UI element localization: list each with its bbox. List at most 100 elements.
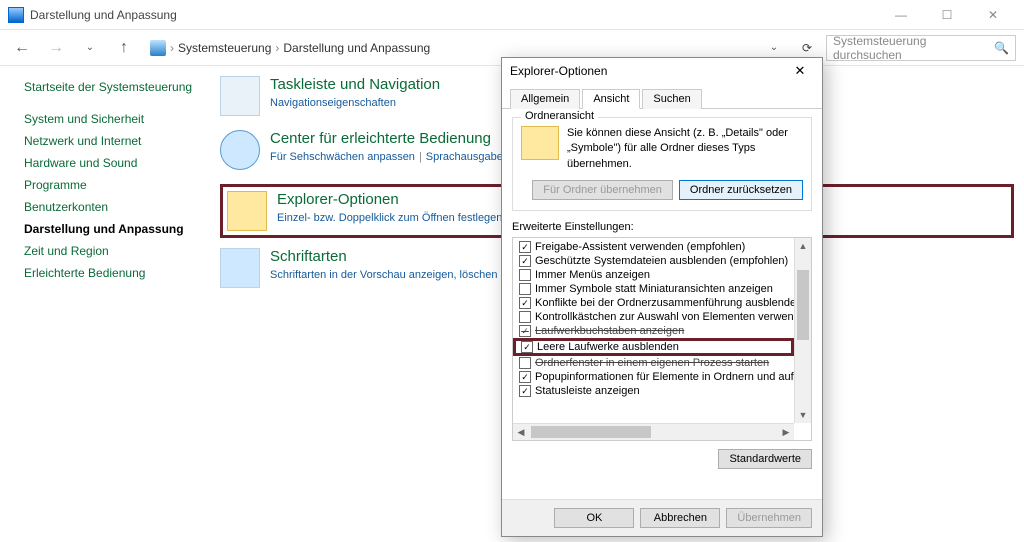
- advanced-setting-label: Geschützte Systemdateien ausblenden (emp…: [535, 255, 788, 267]
- scroll-up-icon[interactable]: ▲: [795, 238, 811, 254]
- search-placeholder: Systemsteuerung durchsuchen: [833, 34, 990, 62]
- advanced-setting-row[interactable]: Immer Symbole statt Miniaturansichten an…: [513, 282, 794, 296]
- explorer-options-dialog: Explorer-Optionen ✕ AllgemeinAnsichtSuch…: [501, 57, 823, 537]
- category-sublink[interactable]: Einzel- bzw. Doppelklick zum Öffnen fest…: [277, 212, 502, 224]
- checkbox[interactable]: [519, 311, 531, 323]
- advanced-setting-label: Popupinformationen für Elemente in Ordne…: [535, 371, 812, 383]
- ok-button[interactable]: OK: [554, 508, 634, 528]
- checkbox[interactable]: ✓: [521, 341, 533, 353]
- advanced-setting-label: Ordnerfenster in einem eigenen Prozess s…: [535, 357, 769, 369]
- category-title[interactable]: Taskleiste und Navigation: [270, 76, 440, 93]
- up-button[interactable]: ↑: [110, 34, 138, 62]
- sidebar-item[interactable]: System und Sicherheit: [24, 108, 200, 130]
- advanced-setting-label: Konflikte bei der Ordnerzusammenführung …: [535, 297, 802, 309]
- checkbox[interactable]: ✓: [519, 241, 531, 253]
- breadcrumb-root[interactable]: Systemsteuerung: [178, 41, 271, 55]
- folder-icon: [521, 126, 559, 160]
- checkbox[interactable]: [519, 357, 531, 369]
- dialog-body: Ordneransicht Sie können diese Ansicht (…: [502, 109, 822, 499]
- advanced-setting-row[interactable]: ✓ Laufwerkbuchstaben anzeigen: [513, 324, 794, 338]
- advanced-setting-label: Freigabe-Assistent verwenden (empfohlen): [535, 241, 745, 253]
- horizontal-scrollbar[interactable]: ◀ ▶: [513, 423, 794, 440]
- category-sublinks: Einzel- bzw. Doppelklick zum Öffnen fest…: [277, 210, 502, 227]
- advanced-setting-row[interactable]: ✓Popupinformationen für Elemente in Ordn…: [513, 370, 794, 384]
- scroll-down-icon[interactable]: ▼: [795, 407, 811, 423]
- dialog-title: Explorer-Optionen: [510, 64, 786, 78]
- dialog-close-button[interactable]: ✕: [786, 61, 814, 81]
- checkbox[interactable]: [519, 283, 531, 295]
- checkbox[interactable]: ✓: [519, 255, 531, 267]
- sidebar-item[interactable]: Erleichterte Bedienung: [24, 262, 200, 284]
- titlebar: Darstellung und Anpassung — ☐ ✕: [0, 0, 1024, 30]
- checkbox[interactable]: ✓: [519, 297, 531, 309]
- sidebar-item[interactable]: Darstellung und Anpassung: [24, 218, 200, 240]
- advanced-setting-row[interactable]: Immer Menüs anzeigen: [513, 268, 794, 282]
- advanced-setting-row[interactable]: ✓Leere Laufwerke ausblenden: [515, 340, 792, 354]
- advanced-setting-row[interactable]: ✓ Statusleiste anzeigen: [513, 384, 794, 398]
- cancel-button[interactable]: Abbrechen: [640, 508, 720, 528]
- sidebar-item[interactable]: Programme: [24, 174, 200, 196]
- category-sublink[interactable]: Für Sehschwächen anpassen: [270, 151, 415, 163]
- window-controls: — ☐ ✕: [878, 0, 1016, 30]
- sidebar-item[interactable]: Zeit und Region: [24, 240, 200, 262]
- sidebar-item[interactable]: Hardware und Sound: [24, 152, 200, 174]
- advanced-setting-label: Kontrollkästchen zur Auswahl von Element…: [535, 311, 812, 323]
- advanced-settings-list[interactable]: ✓ Freigabe-Assistent verwenden (empfohlen…: [512, 237, 812, 441]
- apply-button[interactable]: Übernehmen: [726, 508, 812, 528]
- scroll-left-icon[interactable]: ◀: [513, 424, 529, 440]
- taskbar-icon: [220, 76, 260, 116]
- tab-allgemein[interactable]: Allgemein: [510, 89, 580, 109]
- close-button[interactable]: ✕: [970, 0, 1016, 30]
- category-title[interactable]: Explorer-Optionen: [277, 191, 502, 208]
- advanced-setting-label: Statusleiste anzeigen: [535, 385, 640, 397]
- tab-suchen[interactable]: Suchen: [642, 89, 701, 109]
- apply-to-folders-button[interactable]: Für Ordner übernehmen: [532, 180, 673, 200]
- folder-view-group: Ordneransicht Sie können diese Ansicht (…: [512, 117, 812, 211]
- folder-icon: [227, 191, 267, 231]
- reset-folders-button[interactable]: Ordner zurücksetzen: [679, 180, 803, 200]
- category-sublink[interactable]: Schriftarten in der Vorschau anzeigen, l…: [270, 269, 513, 281]
- scroll-thumb-h[interactable]: [531, 426, 651, 438]
- advanced-setting-label: Laufwerkbuchstaben anzeigen: [535, 325, 684, 337]
- checkbox[interactable]: ✓: [519, 385, 531, 397]
- advanced-setting-row[interactable]: ✓Konflikte bei der Ordnerzusammenführung…: [513, 296, 794, 310]
- back-button[interactable]: ←: [8, 34, 36, 62]
- advanced-setting-row[interactable]: Kontrollkästchen zur Auswahl von Element…: [513, 310, 794, 324]
- category-title[interactable]: Schriftarten: [270, 248, 513, 265]
- checkbox[interactable]: ✓: [519, 325, 531, 337]
- search-input[interactable]: Systemsteuerung durchsuchen 🔍: [826, 35, 1016, 61]
- advanced-setting-row[interactable]: Ordnerfenster in einem eigenen Prozess s…: [513, 356, 794, 370]
- search-icon: 🔍: [994, 41, 1009, 55]
- category-sublinks: Navigationseigenschaften: [270, 95, 440, 112]
- forward-button[interactable]: →: [42, 34, 70, 62]
- advanced-settings-label: Erweiterte Einstellungen:: [512, 221, 812, 233]
- maximize-button[interactable]: ☐: [924, 0, 970, 30]
- minimize-button[interactable]: —: [878, 0, 924, 30]
- breadcrumb-icon: [150, 40, 166, 56]
- control-panel-icon: [8, 7, 24, 23]
- sidebar-item[interactable]: Benutzerkonten: [24, 196, 200, 218]
- category-sublink[interactable]: Navigationseigenschaften: [270, 97, 396, 109]
- folder-view-group-label: Ordneransicht: [521, 110, 598, 122]
- restore-defaults-button[interactable]: Standardwerte: [718, 449, 812, 469]
- dialog-tabs: AllgemeinAnsichtSuchen: [502, 84, 822, 109]
- tab-ansicht[interactable]: Ansicht: [582, 89, 640, 109]
- folder-view-text: Sie können diese Ansicht (z. B. „Details…: [567, 126, 803, 172]
- history-dropdown[interactable]: ⌄: [76, 34, 104, 62]
- scroll-right-icon[interactable]: ▶: [778, 424, 794, 440]
- sidebar-home-link[interactable]: Startseite der Systemsteuerung: [24, 80, 200, 94]
- breadcrumb-current[interactable]: Darstellung und Anpassung: [283, 41, 430, 55]
- dialog-titlebar[interactable]: Explorer-Optionen ✕: [502, 58, 822, 84]
- advanced-setting-row[interactable]: ✓ Freigabe-Assistent verwenden (empfohlen…: [513, 240, 794, 254]
- advanced-setting-label: Immer Symbole statt Miniaturansichten an…: [535, 283, 773, 295]
- sidebar-item[interactable]: Netzwerk und Internet: [24, 130, 200, 152]
- chevron-right-icon: ›: [170, 41, 174, 55]
- dialog-footer: OK Abbrechen Übernehmen: [502, 499, 822, 536]
- window-title: Darstellung und Anpassung: [30, 8, 878, 22]
- advanced-setting-row[interactable]: ✓ Geschützte Systemdateien ausblenden (em…: [513, 254, 794, 268]
- font-icon: [220, 248, 260, 288]
- checkbox[interactable]: ✓: [519, 371, 531, 383]
- checkbox[interactable]: [519, 269, 531, 281]
- vertical-scrollbar[interactable]: ▲ ▼: [794, 238, 811, 423]
- scroll-thumb[interactable]: [797, 270, 809, 340]
